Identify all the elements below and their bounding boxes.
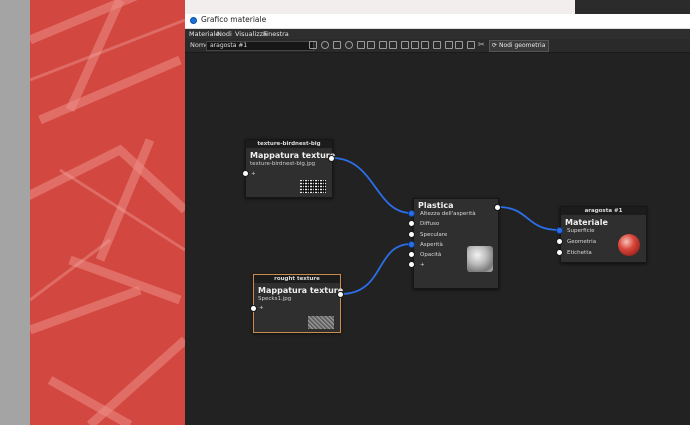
nodes-icon[interactable] xyxy=(357,41,365,49)
save-icon[interactable] xyxy=(309,41,317,49)
plastic-port-specular[interactable] xyxy=(408,231,415,238)
material-port-geometry[interactable] xyxy=(556,238,563,245)
tex1-input-port[interactable] xyxy=(242,170,249,177)
tex2-output-port[interactable] xyxy=(337,291,344,298)
material-port-label[interactable] xyxy=(556,249,563,256)
material-port-surface[interactable] xyxy=(556,227,563,234)
toolbar: Nome: ✂ ⟳ Nodi geometria xyxy=(185,39,690,53)
menu-bar: Materiale Nodi Visualizza Finestra xyxy=(185,29,690,39)
material-preview-sphere xyxy=(618,234,640,256)
input-label: Geometria xyxy=(567,239,597,245)
background-corner-panel xyxy=(575,0,690,14)
layout-icon[interactable] xyxy=(401,41,409,49)
texture-thumbnail xyxy=(308,316,334,329)
delete-icon[interactable] xyxy=(389,41,397,49)
plastic-port-add[interactable] xyxy=(408,261,415,268)
name-input[interactable] xyxy=(206,41,314,51)
plastic-port-bump[interactable] xyxy=(408,210,415,217)
menu-finestra[interactable]: Finestra xyxy=(263,29,289,39)
texture-thumbnail xyxy=(300,180,326,193)
input-label: + xyxy=(420,262,425,268)
history-icon[interactable] xyxy=(345,41,353,49)
node-filename: Specks1.jpg xyxy=(258,296,292,302)
grid-icon[interactable] xyxy=(333,41,341,49)
plastic-output-port[interactable] xyxy=(494,204,501,211)
node-materiale[interactable]: aragosta #1 Materiale Superficie Geometr… xyxy=(560,206,647,263)
copy-icon[interactable] xyxy=(379,41,387,49)
node-title: Plastica xyxy=(418,201,454,210)
refresh-icon: ⟳ xyxy=(492,42,498,49)
add-input-label: + xyxy=(251,171,256,177)
node-canvas[interactable]: texture-birdnest-big Mappatura texture t… xyxy=(185,53,690,425)
lock-icon[interactable] xyxy=(367,41,375,49)
input-label: Asperità xyxy=(420,242,443,248)
input-label: Speculare xyxy=(420,232,448,238)
menu-nodi[interactable]: Nodi xyxy=(217,29,232,39)
background-gray-strip xyxy=(0,0,30,425)
wire-tex2-to-plastic xyxy=(340,243,412,295)
node-header: rought texture xyxy=(254,275,340,283)
node-header: aragosta #1 xyxy=(561,207,646,215)
input-label: Diffuso xyxy=(420,221,440,227)
menu-materiale[interactable]: Materiale xyxy=(189,29,219,39)
node-plastica[interactable]: Plastica Altezza dell'asperità Diffuso S… xyxy=(413,198,499,289)
tex2-input-port[interactable] xyxy=(250,305,257,312)
node-texture-birdnest[interactable]: texture-birdnest-big Mappatura texture t… xyxy=(245,139,336,198)
align-icon[interactable] xyxy=(411,41,419,49)
material-graph-window: Grafico materiale Materiale Nodi Visuali… xyxy=(185,14,690,425)
node-title: Mappatura texture xyxy=(258,286,344,295)
input-label: Etichetta xyxy=(567,250,592,256)
zoom-icon[interactable] xyxy=(467,41,475,49)
tex1-output-port[interactable] xyxy=(328,155,335,162)
wire-plastic-to-material xyxy=(497,206,560,231)
node-title: Mappatura texture xyxy=(250,151,336,160)
plastic-port-roughness[interactable] xyxy=(408,241,415,248)
plastic-port-opacity[interactable] xyxy=(408,251,415,258)
plastic-port-diffuse[interactable] xyxy=(408,220,415,227)
node-filename: texture-birdnest-big.jpg xyxy=(250,161,316,167)
geometry-nodes-label: Nodi geometria xyxy=(498,42,546,49)
wire-tex1-to-plastic xyxy=(331,157,412,214)
group-icon[interactable] xyxy=(445,41,453,49)
scissors-icon[interactable]: ✂ xyxy=(478,41,486,49)
node-title: Materiale xyxy=(565,218,608,227)
input-label: Altezza dell'asperità xyxy=(420,211,476,217)
title-bar: Grafico materiale xyxy=(185,14,690,29)
distribute-icon[interactable] xyxy=(421,41,429,49)
arrange-icon[interactable] xyxy=(433,41,441,49)
plastic-preview-sphere xyxy=(467,246,493,272)
geometry-nodes-button[interactable]: ⟳ Nodi geometria xyxy=(489,40,550,52)
node-header: texture-birdnest-big xyxy=(246,140,332,148)
fit-view-icon[interactable] xyxy=(455,41,463,49)
input-label: Opacità xyxy=(420,252,442,258)
app-icon xyxy=(190,17,197,24)
input-label: Superficie xyxy=(567,228,595,234)
circle-icon[interactable] xyxy=(321,41,329,49)
node-rough-texture[interactable]: rought texture Mappatura texture Specks1… xyxy=(253,274,344,333)
window-title: Grafico materiale xyxy=(201,15,267,24)
add-input-label: + xyxy=(259,305,264,311)
